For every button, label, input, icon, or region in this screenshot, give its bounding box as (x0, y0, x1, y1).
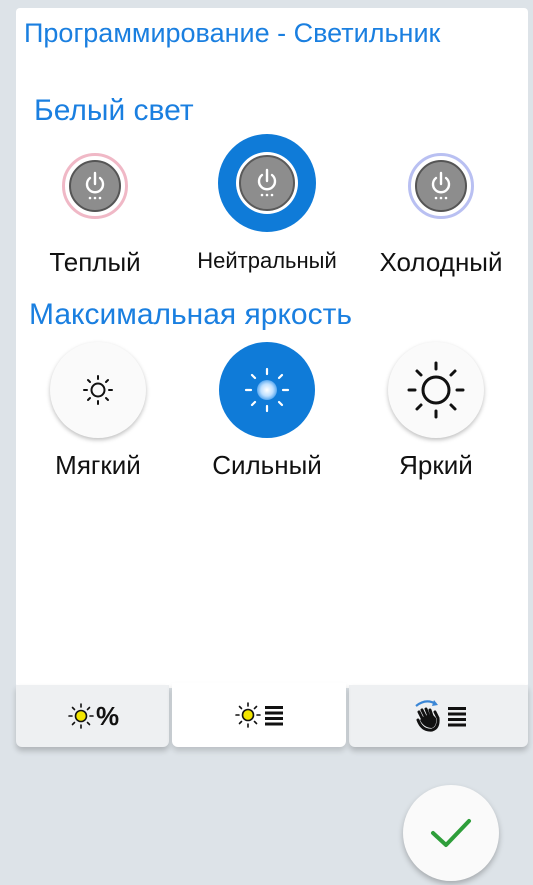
white-light-option-cold[interactable]: Холодный (378, 153, 504, 278)
strong-label: Сильный (212, 450, 322, 480)
brightness-option-strong[interactable]: Сильный (192, 342, 342, 481)
glowing-sun-icon (244, 367, 290, 413)
bright-brightness-button[interactable] (388, 342, 484, 438)
soft-brightness-button[interactable] (50, 342, 146, 438)
brightness-option-soft[interactable]: Мягкий (38, 342, 158, 481)
warm-label: Теплый (49, 247, 141, 277)
neutral-light-button[interactable] (218, 134, 316, 232)
cold-label: Холодный (379, 247, 503, 277)
list-icon (265, 706, 283, 726)
checkmark-icon (431, 819, 471, 847)
large-sun-icon (407, 361, 465, 419)
tab-gesture[interactable] (349, 685, 528, 747)
warm-light-button[interactable] (62, 153, 128, 219)
hand-gesture-icon (414, 700, 440, 732)
percent-symbol: % (95, 700, 120, 731)
sun-icon (235, 702, 261, 728)
brightness-option-bright[interactable]: Яркий (376, 342, 496, 481)
screen: Программирование - Светильник Белый свет… (0, 0, 533, 885)
white-light-option-neutral[interactable]: Нейтральный (192, 134, 342, 274)
power-icon (415, 160, 467, 212)
neutral-label: Нейтральный (197, 248, 337, 273)
bright-label: Яркий (399, 450, 473, 480)
max-brightness-title: Максимальная яркость (29, 298, 352, 331)
tab-brightness-levels[interactable] (172, 683, 346, 747)
power-icon (239, 155, 295, 211)
tab-brightness-percent[interactable]: % (16, 685, 169, 747)
small-sun-icon (83, 375, 113, 405)
settings-card: Программирование - Светильник Белый свет… (16, 8, 528, 688)
selected-ring (236, 152, 298, 214)
cold-light-button[interactable] (408, 153, 474, 219)
page-title: Программирование - Светильник (24, 18, 441, 48)
soft-label: Мягкий (55, 450, 141, 480)
white-light-title: Белый свет (34, 94, 194, 127)
list-icon (447, 707, 466, 727)
white-light-option-warm[interactable]: Теплый (40, 153, 150, 278)
confirm-button[interactable] (403, 785, 499, 881)
sun-icon (68, 703, 94, 729)
power-icon (69, 160, 121, 212)
bottom-tab-bar: % (16, 683, 528, 747)
strong-brightness-button[interactable] (219, 342, 315, 438)
